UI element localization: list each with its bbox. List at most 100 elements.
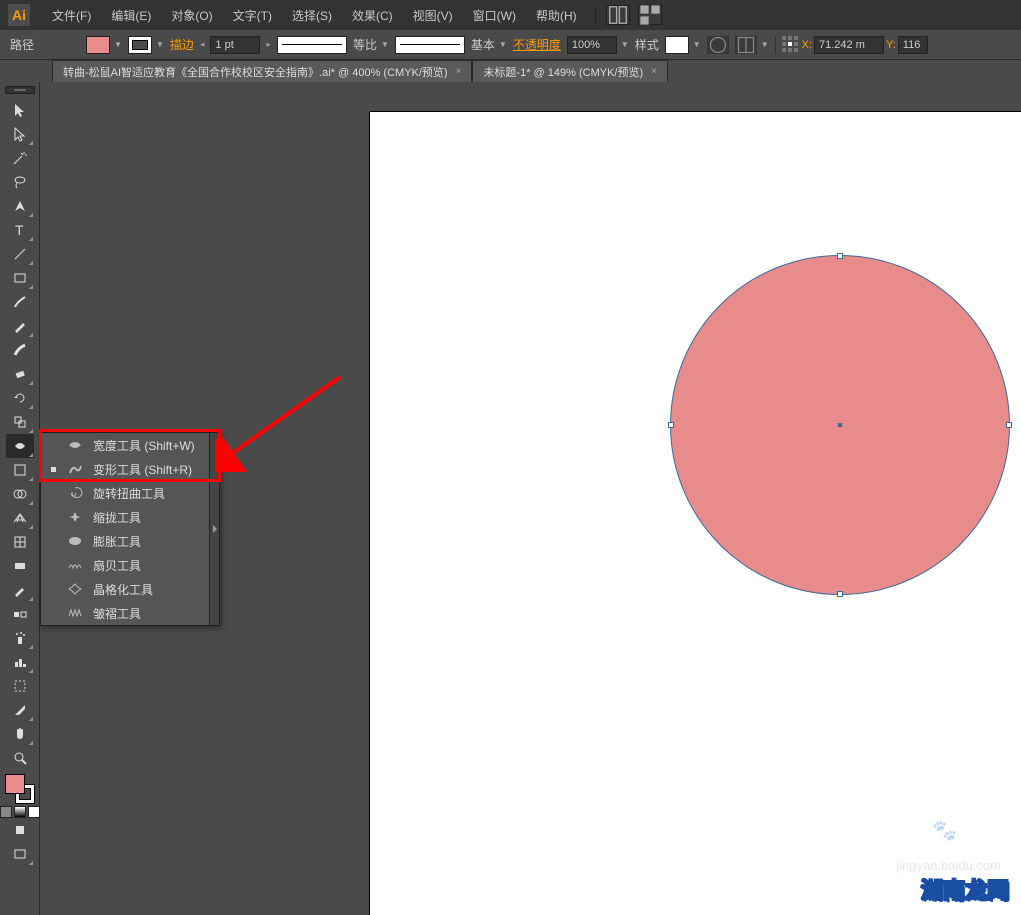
toolbox-handle[interactable] [5, 86, 35, 94]
main-area: T [0, 82, 1021, 915]
stroke-swatch[interactable] [128, 36, 152, 54]
menu-type[interactable]: 文字(T) [225, 3, 280, 28]
reference-point[interactable] [782, 36, 800, 54]
fill-swatch[interactable] [86, 36, 110, 54]
document-tab-1[interactable]: 转曲-松鼠AI智适应教育《全国合作校校区安全指南》.ai* @ 400% (CM… [52, 60, 472, 82]
paintbrush-tool[interactable] [6, 290, 34, 314]
rectangle-tool[interactable] [6, 266, 34, 290]
align-icon[interactable] [735, 36, 757, 54]
flyout-label: 旋转扭曲工具 [93, 485, 165, 502]
profile-selector[interactable] [277, 36, 347, 54]
color-mode-icon[interactable] [0, 806, 12, 818]
gradient-tool[interactable] [6, 554, 34, 578]
menu-view[interactable]: 视图(V) [405, 3, 461, 28]
menu-select[interactable]: 选择(S) [284, 3, 340, 28]
width-tool-icon [67, 438, 83, 452]
anchor-point[interactable] [837, 591, 843, 597]
magic-wand-tool[interactable] [6, 146, 34, 170]
scallop-tool-icon [67, 558, 83, 572]
stroke-step-down[interactable]: ◂ [200, 39, 205, 50]
scale-tool[interactable] [6, 410, 34, 434]
anchor-point[interactable] [668, 422, 674, 428]
y-input[interactable] [898, 36, 928, 54]
stroke-weight-input[interactable] [210, 36, 260, 54]
toolbox: T [0, 82, 40, 915]
flyout-twirl-tool[interactable]: 旋转扭曲工具 [41, 481, 219, 505]
blob-brush-tool[interactable] [6, 338, 34, 362]
document-tab-2[interactable]: 未标题-1* @ 149% (CMYK/预览) × [472, 60, 668, 82]
direct-selection-tool[interactable] [6, 122, 34, 146]
workspace-switcher-icon[interactable] [638, 5, 662, 25]
anchor-point[interactable] [837, 253, 843, 259]
flyout-pucker-tool[interactable]: 缩拢工具 [41, 505, 219, 529]
line-tool[interactable] [6, 242, 34, 266]
column-graph-tool[interactable] [6, 650, 34, 674]
close-icon[interactable]: × [651, 66, 657, 77]
app-logo: Ai [8, 4, 30, 26]
flyout-width-tool[interactable]: 宽度工具 (Shift+W) [41, 433, 219, 457]
tab-title: 未标题-1* @ 149% (CMYK/预览) [483, 64, 643, 80]
flyout-label: 宽度工具 (Shift+W) [93, 437, 195, 454]
flyout-wrinkle-tool[interactable]: 皱褶工具 [41, 601, 219, 625]
x-input[interactable] [814, 36, 884, 54]
recolor-icon[interactable] [707, 36, 729, 54]
brush-selector[interactable] [395, 36, 465, 54]
flyout-label: 皱褶工具 [93, 605, 141, 622]
opacity-input[interactable] [567, 36, 617, 54]
opacity-label[interactable]: 不透明度 [513, 36, 561, 53]
flyout-warp-tool[interactable]: 变形工具 (Shift+R) [41, 457, 219, 481]
draw-mode-icon[interactable] [6, 818, 34, 842]
menu-window[interactable]: 窗口(W) [465, 3, 524, 28]
profile-label: 等比 [353, 36, 377, 53]
bloat-tool-icon [67, 534, 83, 548]
mesh-tool[interactable] [6, 530, 34, 554]
flyout-crystallize-tool[interactable]: 晶格化工具 [41, 577, 219, 601]
screen-mode-icon[interactable] [6, 842, 34, 866]
pen-tool[interactable] [6, 194, 34, 218]
symbol-sprayer-tool[interactable] [6, 626, 34, 650]
blend-tool[interactable] [6, 602, 34, 626]
perspective-grid-tool[interactable] [6, 506, 34, 530]
stroke-label[interactable]: 描边 [170, 36, 194, 53]
none-mode-icon[interactable] [28, 806, 40, 818]
control-bar: 路径 ▼ ▼ 描边 ◂ ▸ 等比▼ 基本▼ 不透明度 ▼ 样式 ▼ ▼ X: Y… [0, 30, 1021, 60]
flyout-bloat-tool[interactable]: 膨胀工具 [41, 529, 219, 553]
site-watermark: 湖南龙网 [921, 873, 1009, 905]
anchor-point[interactable] [1006, 422, 1012, 428]
ellipse-object[interactable] [670, 255, 1010, 595]
close-icon[interactable]: × [456, 66, 462, 77]
menu-effect[interactable]: 效果(C) [344, 3, 401, 28]
type-tool[interactable]: T [6, 218, 34, 242]
selection-tool[interactable] [6, 98, 34, 122]
rotate-tool[interactable] [6, 386, 34, 410]
flyout-label: 扇贝工具 [93, 557, 141, 574]
lasso-tool[interactable] [6, 170, 34, 194]
doc-layout-icon[interactable] [606, 5, 630, 25]
chevron-down-icon[interactable]: ▼ [156, 40, 164, 49]
flyout-tearoff[interactable] [209, 433, 219, 625]
menu-object[interactable]: 对象(O) [163, 3, 220, 28]
gradient-mode-icon[interactable] [14, 806, 26, 818]
shape-builder-tool[interactable] [6, 482, 34, 506]
menu-help[interactable]: 帮助(H) [528, 3, 585, 28]
chevron-down-icon[interactable]: ▼ [114, 40, 122, 49]
menu-edit[interactable]: 编辑(E) [103, 3, 159, 28]
menu-file[interactable]: 文件(F) [44, 3, 99, 28]
eraser-tool[interactable] [6, 362, 34, 386]
slice-tool[interactable] [6, 698, 34, 722]
flyout-scallop-tool[interactable]: 扇贝工具 [41, 553, 219, 577]
hand-tool[interactable] [6, 722, 34, 746]
menu-bar: Ai 文件(F) 编辑(E) 对象(O) 文字(T) 选择(S) 效果(C) 视… [0, 0, 1021, 30]
width-tool[interactable] [6, 434, 34, 458]
wrinkle-tool-icon [67, 606, 83, 620]
flyout-label: 晶格化工具 [93, 581, 153, 598]
fill-stroke-swatches[interactable] [5, 774, 35, 804]
artboard-tool[interactable] [6, 674, 34, 698]
stroke-step-up[interactable]: ▸ [266, 39, 271, 50]
fill-color-icon[interactable] [5, 774, 25, 794]
zoom-tool[interactable] [6, 746, 34, 770]
free-transform-tool[interactable] [6, 458, 34, 482]
pencil-tool[interactable] [6, 314, 34, 338]
style-swatch[interactable] [665, 36, 689, 54]
eyedropper-tool[interactable] [6, 578, 34, 602]
